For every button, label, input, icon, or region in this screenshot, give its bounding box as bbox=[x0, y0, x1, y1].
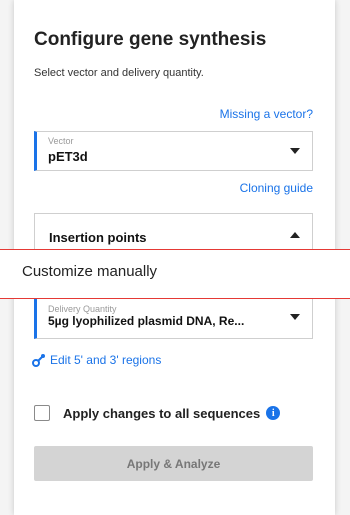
nodes-icon bbox=[32, 354, 45, 367]
apply-all-row: Apply changes to all sequences i bbox=[34, 405, 281, 421]
missing-vector-link[interactable]: Missing a vector? bbox=[220, 107, 313, 121]
edit-regions-label: Edit 5' and 3' regions bbox=[50, 353, 162, 367]
chevron-down-icon bbox=[290, 148, 300, 154]
vector-select[interactable]: Vector pET3d bbox=[34, 131, 313, 171]
dropdown-option-overlay: Customize manually bbox=[0, 249, 350, 299]
cloning-guide-link[interactable]: Cloning guide bbox=[240, 181, 313, 195]
panel-subtitle: Select vector and delivery quantity. bbox=[34, 67, 204, 79]
chevron-up-icon bbox=[290, 232, 300, 238]
customize-manually-option[interactable]: Customize manually bbox=[22, 263, 157, 280]
vector-select-value: pET3d bbox=[48, 149, 88, 164]
apply-all-checkbox[interactable] bbox=[34, 405, 50, 421]
chevron-down-icon bbox=[290, 314, 300, 320]
panel-title: Configure gene synthesis bbox=[34, 29, 267, 50]
delivery-quantity-select[interactable]: Delivery Quantity 5µg lyophilized plasmi… bbox=[34, 297, 313, 339]
insertion-points-label: Insertion points bbox=[49, 230, 147, 245]
delivery-quantity-value: 5µg lyophilized plasmid DNA, Re... bbox=[48, 314, 245, 328]
delivery-quantity-label: Delivery Quantity bbox=[48, 304, 117, 314]
edit-regions-link[interactable]: Edit 5' and 3' regions bbox=[32, 353, 161, 367]
vector-select-label: Vector bbox=[48, 136, 74, 146]
apply-analyze-button[interactable]: Apply & Analyze bbox=[34, 446, 313, 481]
apply-all-label: Apply changes to all sequences bbox=[63, 405, 261, 421]
info-icon[interactable]: i bbox=[266, 406, 281, 420]
